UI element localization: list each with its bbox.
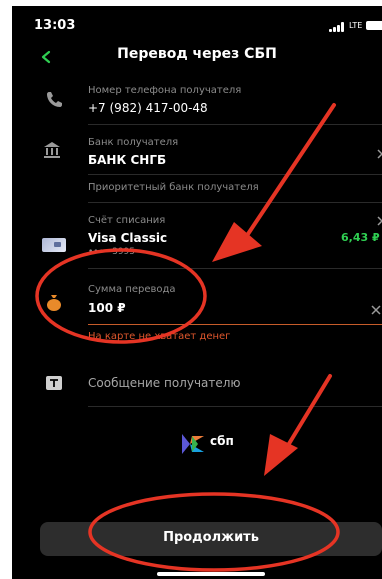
annotation-circle	[88, 492, 340, 572]
annotation-arrow	[264, 374, 332, 476]
annotation-overlay	[35, 103, 340, 572]
annotation-arrow	[212, 103, 336, 262]
annotation-circle	[35, 248, 207, 344]
